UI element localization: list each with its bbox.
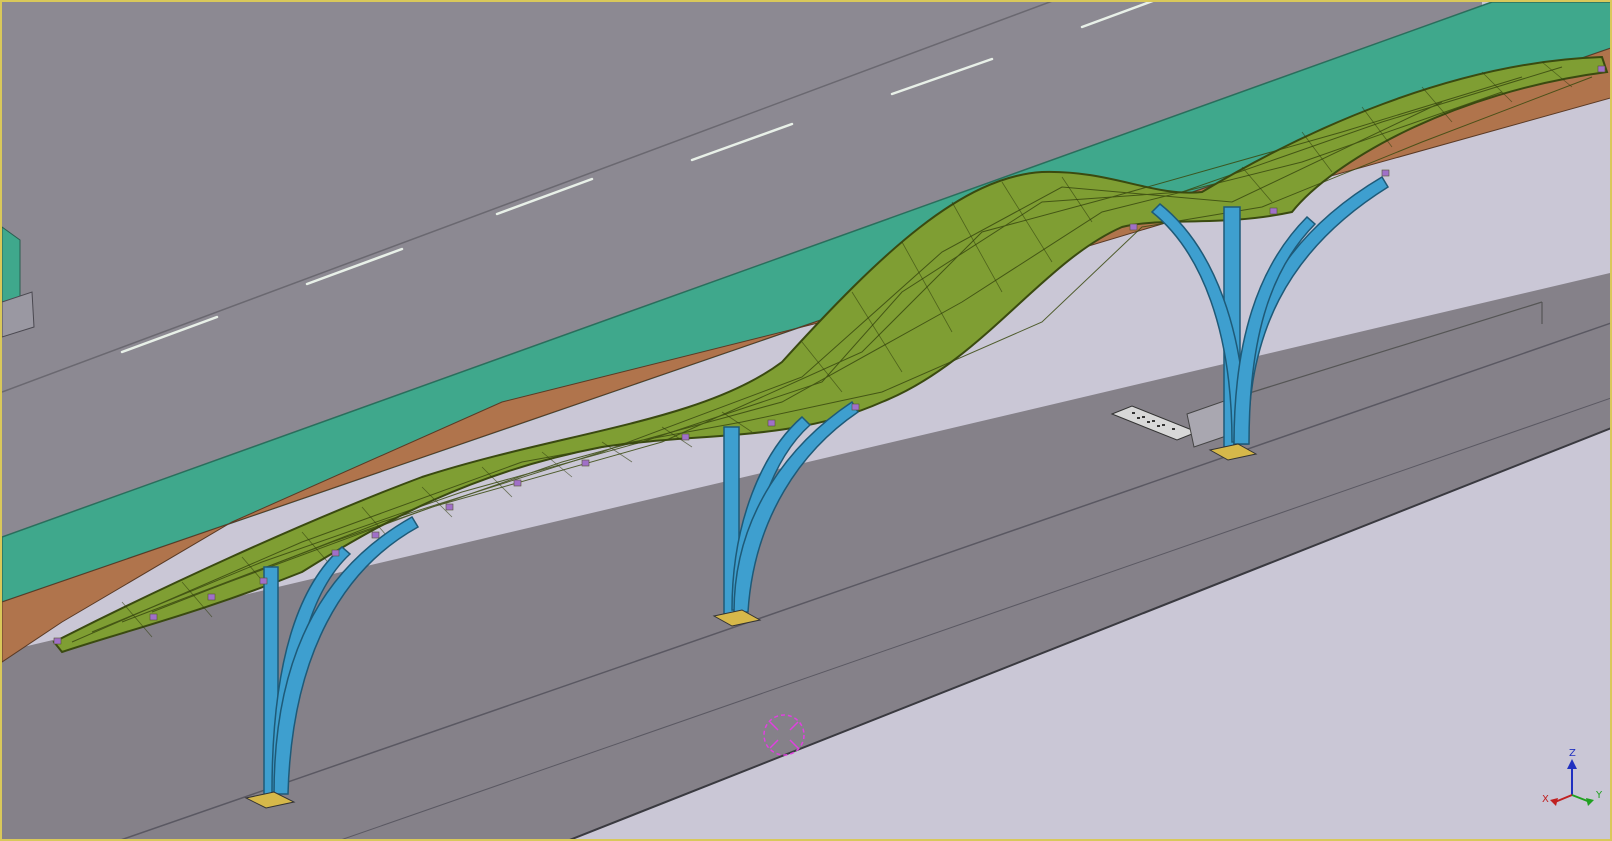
model-scene: Z X Y xyxy=(2,2,1610,839)
axis-z-label: Z xyxy=(1569,748,1576,759)
3d-model-viewport[interactable]: Z X Y xyxy=(0,0,1612,841)
axis-x-label: X xyxy=(1542,794,1549,805)
axis-y-label: Y xyxy=(1595,790,1603,801)
